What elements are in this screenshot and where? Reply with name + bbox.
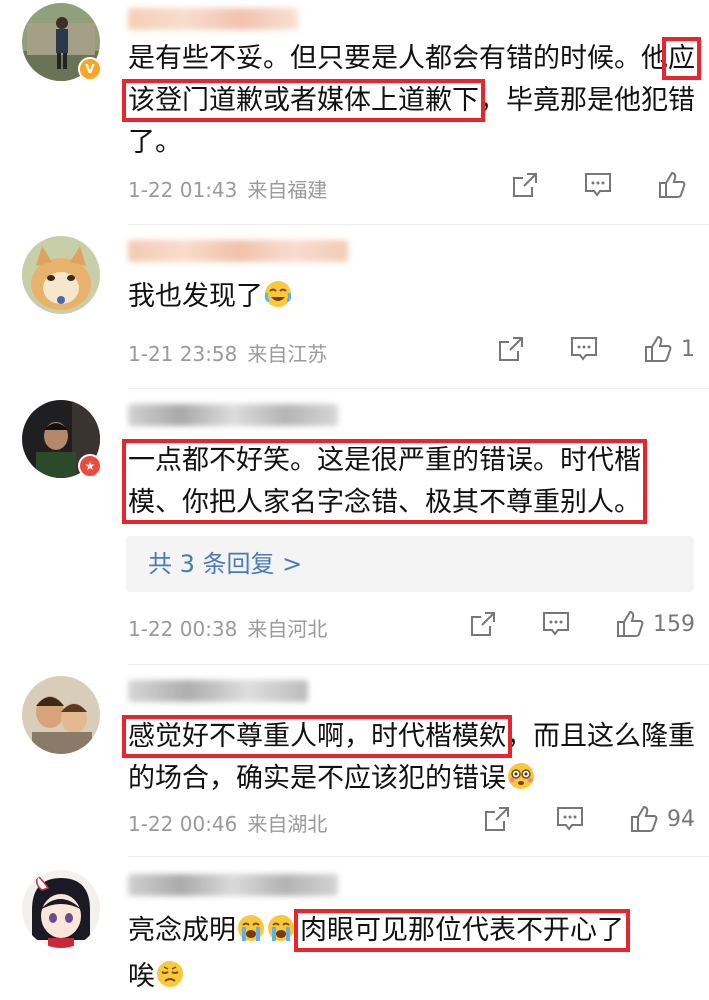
comment-actions: 1 xyxy=(453,334,695,364)
timestamp: 1-22 00:38 xyxy=(128,617,238,641)
comment-text: 我也发现了 xyxy=(128,276,698,322)
comment-text: 亮念成明 肉眼可见那位代表不开心了唉 xyxy=(128,909,698,1000)
reply-button[interactable] xyxy=(569,335,599,363)
flushed-emoji xyxy=(506,761,536,804)
divider xyxy=(128,388,709,389)
avatar[interactable] xyxy=(22,676,100,754)
crying-emoji xyxy=(236,913,266,956)
comment-icon xyxy=(543,612,569,636)
avatar[interactable] xyxy=(22,870,100,948)
like-button[interactable]: 94 xyxy=(629,804,695,834)
divider xyxy=(128,664,709,665)
location: 来自河北 xyxy=(247,617,328,641)
like-button[interactable]: 159 xyxy=(615,609,695,639)
comment-icon xyxy=(585,173,611,197)
like-button[interactable] xyxy=(657,170,695,200)
avatar[interactable] xyxy=(22,236,100,314)
comment-icon xyxy=(557,807,583,831)
comment-meta: 1-22 00:46 来自湖北 xyxy=(128,808,327,837)
username[interactable] xyxy=(128,874,338,896)
timestamp: 1-21 23:58 xyxy=(128,342,238,366)
comment-text: 一点都不好笑。这是很严重的错误。时代楷模、你把人家名字念错、极其不尊重别人。 xyxy=(122,439,678,524)
share-icon xyxy=(471,612,495,636)
thumbs-up-icon xyxy=(631,805,658,832)
divider xyxy=(128,856,709,857)
share-button[interactable] xyxy=(483,805,511,833)
comment-actions: 159 xyxy=(425,609,695,639)
location: 来自湖北 xyxy=(247,812,328,836)
verified-badge-icon: V xyxy=(78,57,102,81)
laughing-crying-emoji xyxy=(263,279,293,322)
share-button[interactable] xyxy=(469,610,497,638)
share-icon xyxy=(499,337,523,361)
reply-button[interactable] xyxy=(541,610,571,638)
highlighted-text: 感觉好不尊重人啊，时代楷模欸 xyxy=(122,715,512,758)
like-button[interactable]: 1 xyxy=(643,334,695,364)
username[interactable] xyxy=(128,680,308,702)
thumbs-up-icon xyxy=(617,610,644,637)
comment-meta: 1-22 00:38 来自河北 xyxy=(128,613,327,642)
reply-button[interactable] xyxy=(583,171,613,199)
share-icon xyxy=(485,807,509,831)
username[interactable] xyxy=(128,240,348,262)
sad-emoji xyxy=(155,959,185,1000)
thumbs-up-icon xyxy=(645,335,672,362)
share-button[interactable] xyxy=(497,335,525,363)
share-button[interactable] xyxy=(511,171,539,199)
comment-text: 感觉好不尊重人啊，时代楷模欸，而且这么隆重的场合，确实是不应该犯的错误 xyxy=(122,715,698,804)
username[interactable] xyxy=(128,8,298,30)
like-count: 94 xyxy=(667,806,695,832)
comment-icon xyxy=(571,337,597,361)
reply-button[interactable] xyxy=(555,805,585,833)
comment-meta: 1-21 23:58 来自江苏 xyxy=(128,338,327,367)
view-replies-link[interactable]: 共 3 条回复 > xyxy=(126,536,694,592)
timestamp: 1-22 00:46 xyxy=(128,812,238,836)
crying-emoji xyxy=(266,913,296,956)
divider xyxy=(128,224,709,225)
highlighted-text: 肉眼可见那位代表不开心了 xyxy=(294,909,630,952)
vip-badge-icon: ★ xyxy=(78,454,102,478)
like-count: 1 xyxy=(681,336,695,362)
comment-actions xyxy=(467,170,695,200)
timestamp: 1-22 01:43 xyxy=(128,178,238,202)
location: 来自福建 xyxy=(247,178,328,202)
comment-text: 是有些不妥。但只要是人都会有错的时候。他应该登门道歉或者媒体上道歉下，毕竟那是他… xyxy=(122,37,701,158)
share-icon xyxy=(513,173,537,197)
like-count: 159 xyxy=(653,611,695,637)
thumbs-up-icon xyxy=(659,171,686,198)
username[interactable] xyxy=(128,404,338,426)
comment-actions: 94 xyxy=(439,804,695,834)
highlighted-text: 一点都不好笑。这是很严重的错误。时代楷模、你把人家名字念错、极其不尊重别人。 xyxy=(122,439,647,524)
location: 来自江苏 xyxy=(247,342,328,366)
comment-meta: 1-22 01:43 来自福建 xyxy=(128,174,327,203)
